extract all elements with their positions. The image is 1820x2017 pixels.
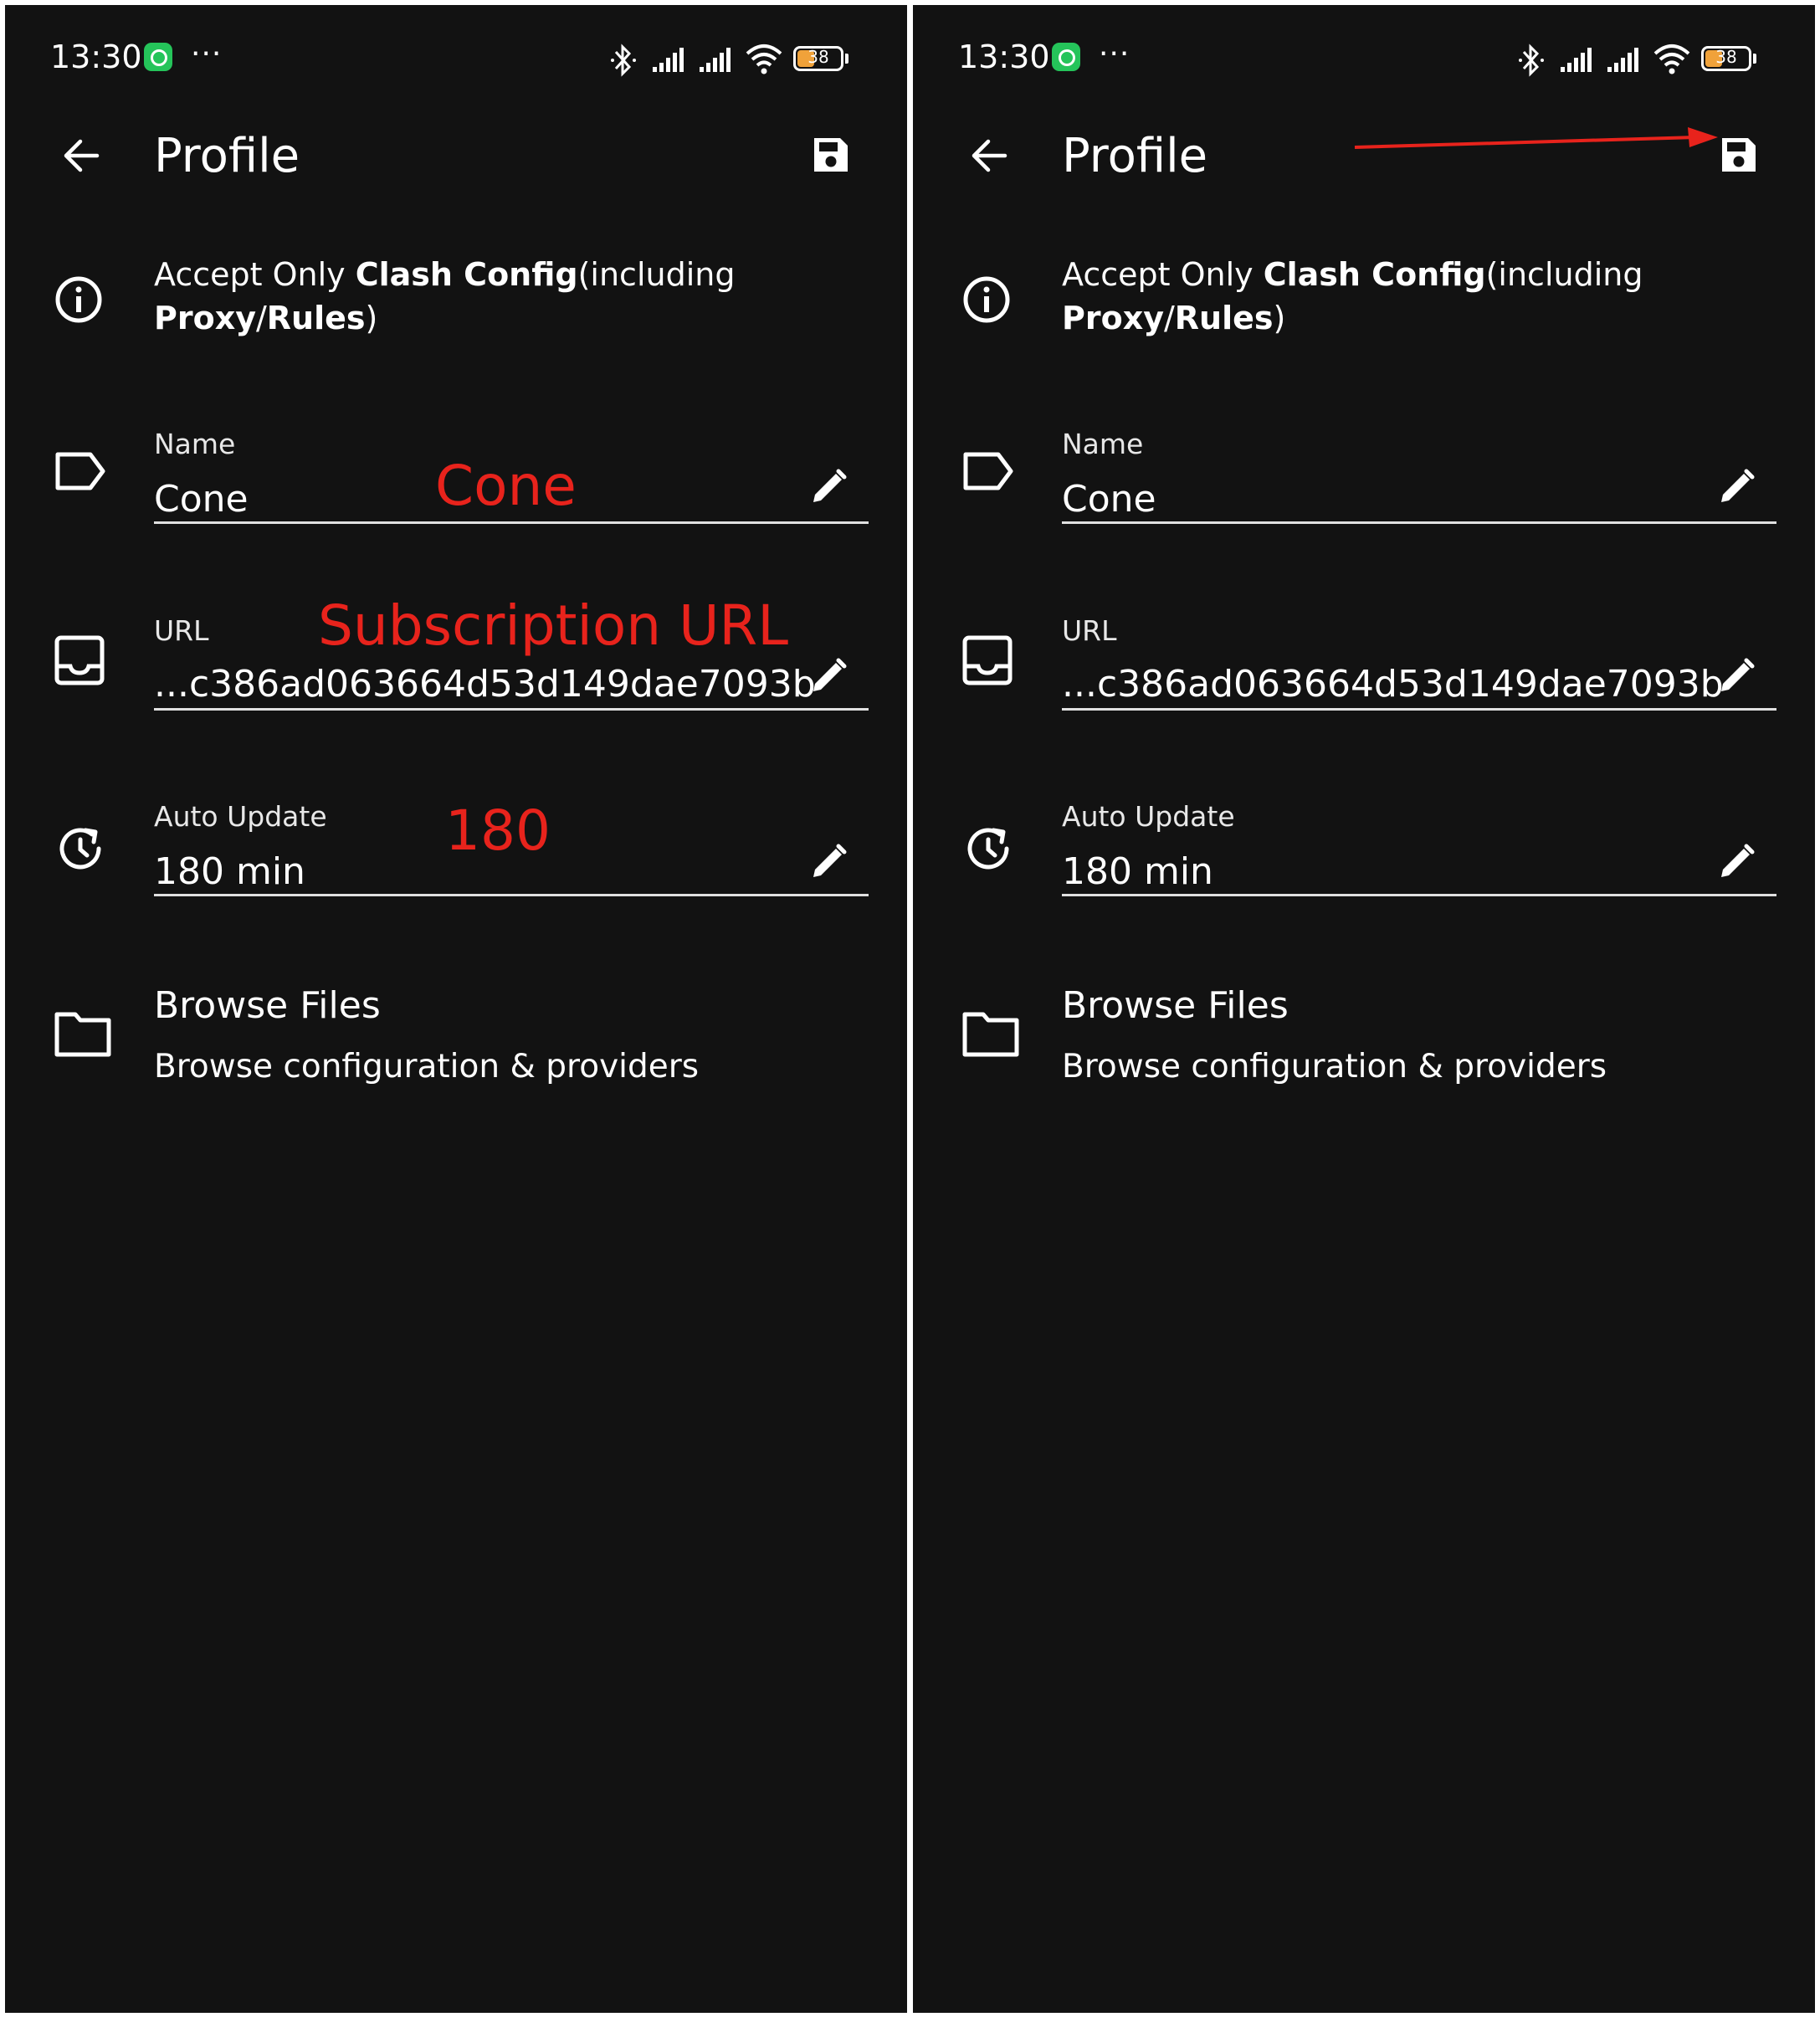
- bluetooth-icon: [1519, 44, 1544, 77]
- notice-text: /: [1163, 300, 1175, 336]
- clash-config-notice: Accept Only Clash Config(including Proxy…: [1062, 253, 1798, 340]
- name-value[interactable]: Cone: [1062, 478, 1156, 521]
- signal-icon: [700, 48, 731, 72]
- annotation-name: Cone: [435, 454, 577, 518]
- status-bar: 13:30 ··· 38: [5, 5, 907, 114]
- folder-icon: [54, 1012, 111, 1057]
- info-icon: [963, 276, 1010, 323]
- signal-icon: [1561, 48, 1592, 72]
- pencil-icon[interactable]: [808, 656, 848, 696]
- label-tag-icon: [55, 452, 105, 490]
- page-title: Profile: [154, 129, 300, 183]
- auto-update-underline: [154, 894, 869, 896]
- pencil-icon[interactable]: [1716, 656, 1756, 696]
- floppy-disk-icon[interactable]: [1718, 134, 1760, 176]
- notice-text: Accept Only: [154, 256, 356, 293]
- page-title: Profile: [1062, 129, 1208, 183]
- url-underline: [1062, 708, 1776, 711]
- url-label: URL: [1062, 614, 1117, 647]
- pencil-icon[interactable]: [808, 842, 848, 882]
- pencil-icon[interactable]: [1716, 842, 1756, 882]
- notice-text: (including: [577, 256, 736, 293]
- status-time: 13:30: [50, 38, 142, 75]
- auto-update-label: Auto Update: [154, 800, 327, 833]
- signal-icon: [1607, 48, 1638, 72]
- screen-right: 13:30 ··· 38 Profile Accept Only Clash C…: [913, 5, 1815, 2013]
- notice-text: /: [255, 300, 267, 336]
- floppy-disk-icon[interactable]: [810, 134, 852, 176]
- name-underline: [1062, 521, 1776, 524]
- browse-files-title[interactable]: Browse Files: [154, 984, 381, 1027]
- annotation-arrow: [1354, 127, 1718, 149]
- update-clock-icon: [59, 828, 101, 870]
- annotation-auto-update: 180: [445, 798, 551, 863]
- pencil-icon[interactable]: [808, 467, 848, 507]
- url-value[interactable]: ...c386ad063664d53d149dae7093b: [154, 663, 816, 706]
- url-value[interactable]: ...c386ad063664d53d149dae7093b: [1062, 663, 1724, 706]
- bluetooth-icon: [611, 44, 636, 77]
- clash-config-notice: Accept Only Clash Config(including Proxy…: [154, 253, 890, 340]
- notice-text: ): [365, 300, 378, 336]
- browse-files-subtitle: Browse configuration & providers: [1062, 1048, 1607, 1085]
- notice-text-bold: Proxy: [1062, 300, 1164, 336]
- wifi-icon: [1653, 44, 1690, 74]
- inbox-tray-icon: [962, 635, 1013, 685]
- update-clock-icon: [967, 828, 1009, 870]
- status-time: 13:30: [958, 38, 1050, 75]
- signal-icon: [653, 48, 684, 72]
- auto-update-value[interactable]: 180 min: [154, 850, 305, 893]
- browse-files-subtitle: Browse configuration & providers: [154, 1048, 700, 1085]
- whatsapp-icon: [144, 43, 172, 71]
- whatsapp-icon: [1052, 43, 1080, 71]
- inbox-tray-icon: [54, 635, 105, 685]
- url-underline: [154, 708, 869, 711]
- battery-icon: 38: [793, 46, 843, 71]
- notice-text: Accept Only: [1062, 256, 1264, 293]
- battery-level: 38: [1715, 47, 1737, 67]
- notice-text: (including: [1485, 256, 1643, 293]
- name-underline: [154, 521, 869, 524]
- info-icon: [55, 276, 102, 323]
- label-tag-icon: [963, 452, 1013, 490]
- more-notifications-icon: ···: [1099, 37, 1130, 71]
- notice-text: ): [1273, 300, 1286, 336]
- browse-files-title[interactable]: Browse Files: [1062, 984, 1289, 1027]
- name-label: Name: [154, 428, 236, 460]
- folder-icon: [962, 1012, 1019, 1057]
- auto-update-underline: [1062, 894, 1776, 896]
- notice-text-bold: Rules: [1174, 300, 1274, 336]
- notice-text-bold: Proxy: [154, 300, 256, 336]
- pencil-icon[interactable]: [1716, 467, 1756, 507]
- screen-left: 13:30 ··· 38 Profile Accept Only Clash C…: [5, 5, 907, 2013]
- arrow-left-icon[interactable]: [970, 137, 1008, 174]
- battery-level: 38: [807, 47, 829, 67]
- wifi-icon: [746, 44, 782, 74]
- battery-icon: 38: [1701, 46, 1751, 71]
- name-label: Name: [1062, 428, 1144, 460]
- notice-text-bold: Clash Config: [355, 256, 578, 293]
- url-label: URL: [154, 614, 209, 647]
- status-bar: 13:30 ··· 38: [913, 5, 1815, 114]
- notice-text-bold: Clash Config: [1263, 256, 1486, 293]
- arrow-left-icon[interactable]: [62, 137, 100, 174]
- auto-update-label: Auto Update: [1062, 800, 1235, 833]
- name-value[interactable]: Cone: [154, 478, 249, 521]
- notice-text-bold: Rules: [266, 300, 366, 336]
- auto-update-value[interactable]: 180 min: [1062, 850, 1213, 893]
- more-notifications-icon: ···: [191, 37, 223, 71]
- annotation-url: Subscription URL: [318, 593, 788, 658]
